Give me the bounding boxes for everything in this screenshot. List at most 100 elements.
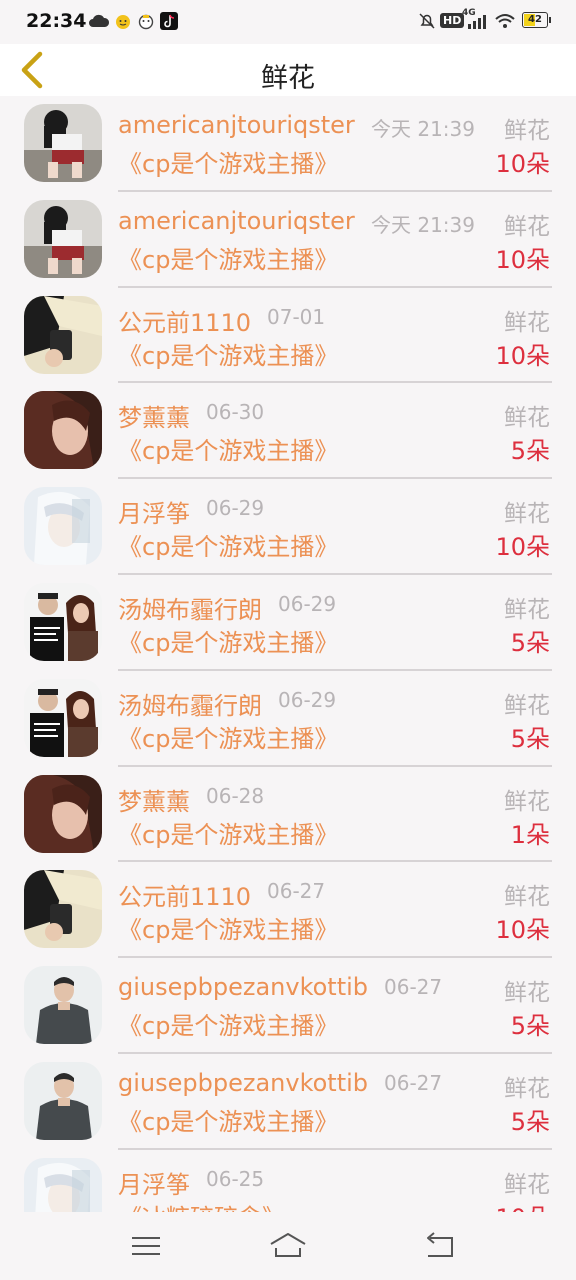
gift-target-title: 《cp是个游戏主播》 xyxy=(118,1107,339,1136)
sender-name[interactable]: 汤姆布霾行朗 xyxy=(118,590,262,625)
avatar[interactable] xyxy=(24,678,102,757)
record-date: 06-27 xyxy=(384,975,443,1000)
hd-icon: HD xyxy=(440,13,465,28)
mute-bell-icon xyxy=(419,13,435,29)
gift-quantity: 5朵 xyxy=(510,1107,550,1136)
record-date: 今天 21:39 xyxy=(371,212,475,237)
record-date: 07-01 xyxy=(267,304,326,329)
cloud-icon xyxy=(89,14,110,27)
gift-quantity: 5朵 xyxy=(510,724,550,753)
avatar[interactable] xyxy=(24,582,102,661)
gift-target-title: 《冰糖碎碎念》 xyxy=(118,1198,286,1212)
gift-quantity: 10朵 xyxy=(495,150,550,178)
list-item[interactable]: 月浮筝 06-25 鲜花《冰糖碎碎念》 10朵 xyxy=(0,1150,576,1212)
gift-target-title: 《cp是个游戏主播》 xyxy=(118,437,339,466)
gift-quantity: 5朵 xyxy=(510,1012,550,1041)
avatar[interactable] xyxy=(24,487,102,566)
gift-target-title: 《cp是个游戏主播》 xyxy=(118,341,339,370)
gift-type: 鲜花 xyxy=(504,213,550,240)
gift-target-title: 《cp是个游戏主播》 xyxy=(118,724,339,753)
status-bar: 22:34 HD 4G 42 xyxy=(0,0,576,44)
sender-name[interactable]: 公元前1110 xyxy=(118,303,251,338)
list-item[interactable]: 公元前1110 06-27 鲜花 《cp是个游戏主播》 10朵 xyxy=(0,862,576,959)
gift-quantity: 5朵 xyxy=(510,628,550,657)
battery-tip xyxy=(549,17,551,23)
sender-name[interactable]: 梦薰薰 xyxy=(118,782,190,817)
gift-type: 鲜花 xyxy=(504,884,550,911)
list-item[interactable]: americanjtouriqster 今天 21:39 鲜花《cp是个游戏主播》 1… xyxy=(0,192,576,288)
gift-quantity: 10朵 xyxy=(495,245,550,274)
gift-target-title: 《cp是个游戏主播》 xyxy=(118,533,339,562)
gift-type: 鲜花 xyxy=(504,1075,550,1102)
record-date: 今天 21:39 xyxy=(371,117,475,141)
gift-quantity: 10朵 xyxy=(495,1198,550,1212)
list-item[interactable]: 汤姆布霾行朗 06-29 鲜花《cp是个游戏主播》 5朵 xyxy=(0,671,576,767)
gift-target-title: 《cp是个游戏主播》 xyxy=(118,916,339,945)
gift-target-title: 《cp是个游戏主播》 xyxy=(118,245,339,274)
avatar[interactable] xyxy=(24,870,102,949)
battery-icon: 42 xyxy=(522,12,548,28)
avatar[interactable] xyxy=(24,104,102,182)
emoji-app-icon xyxy=(138,14,154,30)
avatar[interactable] xyxy=(24,774,102,853)
record-date: 06-25 xyxy=(206,1166,265,1191)
gift-quantity: 1朵 xyxy=(510,820,550,849)
gift-type: 鲜花 xyxy=(504,692,550,719)
gift-quantity: 10朵 xyxy=(495,533,550,562)
gift-target-title: 《cp是个游戏主播》 xyxy=(118,1012,339,1041)
flower-record-list[interactable]: americanjtouriqster 今天 21:39 鲜花 《cp是个游戏主播》 1… xyxy=(0,96,576,1212)
avatar[interactable] xyxy=(24,1061,102,1140)
avatar[interactable] xyxy=(24,295,102,374)
list-item[interactable]: giusepbpezanvkottib 06-27 鲜花《cp是个游戏主播》 5朵 xyxy=(0,1054,576,1150)
record-date: 06-29 xyxy=(278,591,337,616)
sender-name[interactable]: 公元前1110 xyxy=(118,877,251,912)
record-date: 06-27 xyxy=(267,879,326,904)
gift-target-title: 《cp是个游戏主播》 xyxy=(118,628,339,657)
back-icon[interactable] xyxy=(420,1230,460,1262)
record-date: 06-29 xyxy=(206,496,265,521)
avatar[interactable] xyxy=(24,391,102,470)
tiktok-icon xyxy=(160,12,178,30)
sender-name[interactable]: giusepbpezanvkottib xyxy=(118,1069,368,1097)
list-item[interactable]: 梦薰薰 06-28 鲜花 《cp是个游戏主播》 1朵 xyxy=(0,767,576,863)
gift-target-title: 《cp是个游戏主播》 xyxy=(118,820,339,849)
avatar[interactable] xyxy=(24,1157,102,1212)
sender-name[interactable]: 梦薰薰 xyxy=(118,398,190,433)
sender-name[interactable]: 汤姆布霾行朗 xyxy=(118,686,262,721)
list-item[interactable]: 月浮筝 06-29 鲜花《cp是个游戏主播》 10朵 xyxy=(0,479,576,575)
sender-name[interactable]: americanjtouriqster xyxy=(118,207,355,235)
record-date: 06-27 xyxy=(384,1070,443,1095)
emoji-app-icon xyxy=(116,15,130,29)
list-item[interactable]: 梦薰薰 06-30 鲜花 《cp是个游戏主播》 5朵 xyxy=(0,383,576,480)
home-icon[interactable] xyxy=(268,1230,308,1262)
header: 鲜花 xyxy=(0,44,576,96)
gift-type: 鲜花 xyxy=(504,118,550,144)
gift-target-title: 《cp是个游戏主播》 xyxy=(118,150,339,178)
record-date: 06-28 xyxy=(206,783,265,808)
gift-type: 鲜花 xyxy=(504,309,550,336)
list-item[interactable]: 公元前1110 07-01 鲜花《cp是个游戏主播》 10朵 xyxy=(0,288,576,384)
record-date: 06-30 xyxy=(206,400,265,425)
status-time: 22:34 xyxy=(26,10,87,32)
sender-name[interactable]: americanjtouriqster xyxy=(118,111,355,139)
avatar[interactable] xyxy=(24,199,102,278)
list-item[interactable]: 汤姆布霾行朗 06-29 鲜花《cp是个游戏主播》 5朵 xyxy=(0,575,576,671)
battery-level: 42 xyxy=(528,14,542,25)
signal-icon xyxy=(468,15,486,29)
gift-quantity: 10朵 xyxy=(495,341,550,370)
sender-name[interactable]: 月浮筝 xyxy=(118,494,190,529)
record-date: 06-29 xyxy=(278,687,337,712)
gift-type: 鲜花 xyxy=(504,501,550,528)
navigation-bar xyxy=(0,1212,576,1280)
sender-name[interactable]: 月浮筝 xyxy=(118,1165,190,1200)
gift-quantity: 5朵 xyxy=(510,437,550,466)
sender-name[interactable]: giusepbpezanvkottib xyxy=(118,973,368,1001)
list-item[interactable]: giusepbpezanvkottib 06-27 鲜花《cp是个游戏主播》 5朵 xyxy=(0,958,576,1054)
list-item[interactable]: americanjtouriqster 今天 21:39 鲜花《cp是个游戏主播》 1… xyxy=(0,96,576,192)
gift-type: 鲜花 xyxy=(504,980,550,1007)
menu-icon[interactable] xyxy=(126,1230,166,1262)
gift-type: 鲜花 xyxy=(504,1171,550,1198)
gift-type: 鲜花 xyxy=(504,596,550,623)
wifi-icon xyxy=(495,14,515,28)
avatar[interactable] xyxy=(24,966,102,1045)
